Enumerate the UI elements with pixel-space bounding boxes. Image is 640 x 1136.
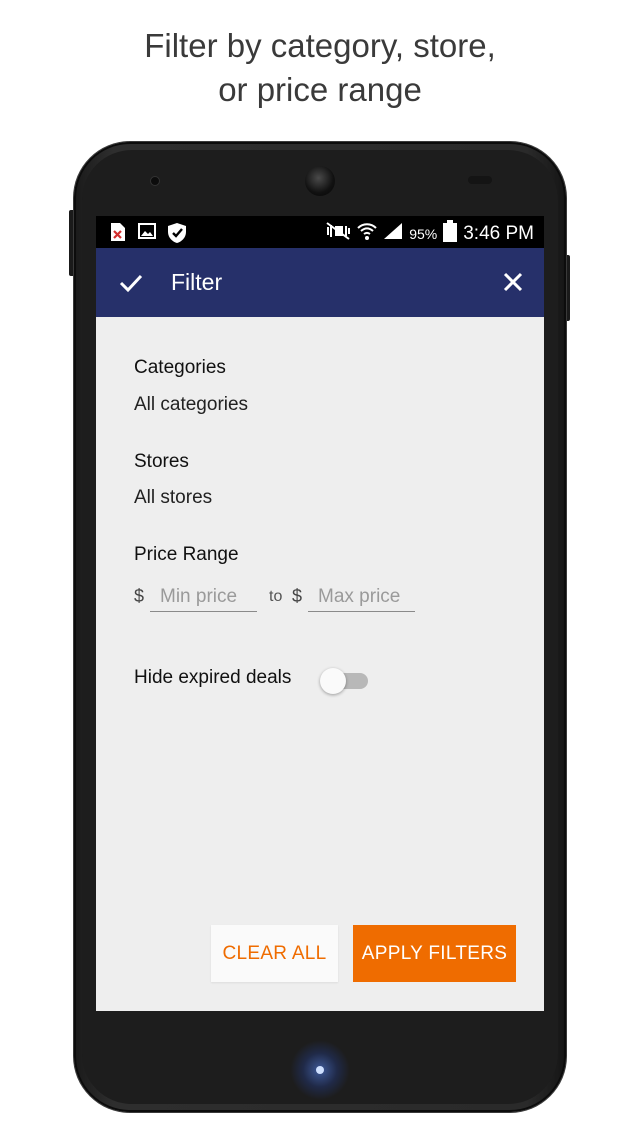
check-icon[interactable] xyxy=(118,270,144,296)
file-error-icon xyxy=(110,222,128,242)
mute-icon xyxy=(325,221,351,247)
caption-line-1: Filter by category, store, xyxy=(144,27,496,64)
clear-all-button[interactable]: CLEAR ALL xyxy=(211,925,338,982)
shield-icon xyxy=(166,222,188,243)
proximity-sensor xyxy=(150,176,160,186)
hide-expired-row: Hide expired deals xyxy=(134,667,514,697)
price-range-label: Price Range xyxy=(134,544,239,565)
phone-screen: 95% 3:46 PM Filter Categories All catego… xyxy=(96,216,544,1011)
light-sensor xyxy=(468,176,492,184)
image-icon xyxy=(138,222,156,242)
status-time: 3:46 PM xyxy=(463,223,534,244)
caption-line-2: or price range xyxy=(218,71,422,108)
page-title: Filter xyxy=(171,269,223,295)
stores-label: Stores xyxy=(134,451,189,472)
price-range-row: $ to $ xyxy=(134,582,454,622)
front-camera-icon xyxy=(305,166,335,196)
hide-expired-label: Hide expired deals xyxy=(134,667,292,688)
wifi-icon xyxy=(357,221,377,247)
categories-label: Categories xyxy=(134,357,226,378)
notification-led xyxy=(316,1066,324,1074)
hide-expired-toggle-thumb[interactable] xyxy=(320,668,346,694)
app-bar: Filter xyxy=(96,248,544,317)
signal-icon xyxy=(383,222,403,246)
categories-selector[interactable]: All categories xyxy=(134,394,248,416)
battery-percent: 95% xyxy=(409,226,438,242)
battery-icon xyxy=(443,220,458,248)
price-separator: to xyxy=(269,588,283,605)
max-price-input[interactable] xyxy=(308,582,415,612)
min-currency-symbol: $ xyxy=(134,586,145,606)
apply-filters-button[interactable]: APPLY FILTERS xyxy=(353,925,516,982)
min-price-input[interactable] xyxy=(150,582,257,612)
screenshot-caption: Filter by category, store, or price rang… xyxy=(0,24,640,112)
status-bar: 95% 3:46 PM xyxy=(96,216,544,248)
close-icon[interactable] xyxy=(502,271,524,293)
stores-selector[interactable]: All stores xyxy=(134,487,212,509)
max-currency-symbol: $ xyxy=(292,586,303,606)
